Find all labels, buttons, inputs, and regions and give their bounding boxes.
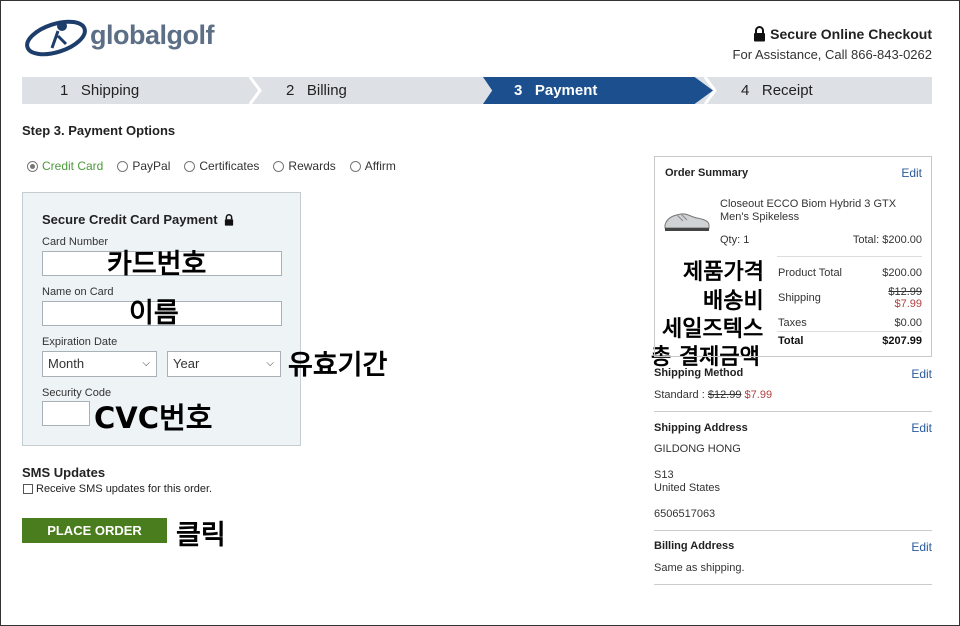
order-summary-edit-link[interactable]: Edit <box>901 166 922 180</box>
step-label: Receipt <box>761 82 813 99</box>
product-total-label: Product Total <box>778 267 843 279</box>
payment-options: Credit Card PayPal Certificates Rewards … <box>27 159 396 173</box>
taxes-value: $0.00 <box>894 317 922 329</box>
product-line-total: Total: $200.00 <box>852 234 922 246</box>
shipping-method-sale-price: $7.99 <box>744 389 773 401</box>
annotation-click: 클릭 <box>176 520 226 551</box>
payment-option-label: Certificates <box>199 159 260 173</box>
total-value: $207.99 <box>882 335 922 347</box>
step-receipt: 4 Receipt <box>741 77 813 104</box>
billing-address-text: Same as shipping. <box>654 562 745 574</box>
card-form-title: Secure Credit Card Payment <box>42 212 234 227</box>
step-label: Payment <box>534 82 598 99</box>
divider <box>654 530 932 531</box>
shipping-address-country: United States <box>654 482 721 494</box>
payment-option-credit-card[interactable]: Credit Card <box>27 159 103 173</box>
payment-option-label: PayPal <box>132 159 171 173</box>
total-label: Total <box>778 335 804 347</box>
divider <box>654 584 932 585</box>
step-shipping[interactable]: 1 Shipping <box>60 77 139 104</box>
radio-icon[interactable] <box>117 160 129 172</box>
chevron-down-icon: ⌵ <box>142 358 150 369</box>
radio-icon[interactable] <box>349 160 361 172</box>
payment-option-paypal[interactable]: PayPal <box>117 159 170 173</box>
billing-address-edit-link[interactable]: Edit <box>911 540 932 554</box>
payment-option-affirm[interactable]: Affirm <box>349 159 396 173</box>
shipping-method-name: Standard : <box>654 389 708 401</box>
annotation-expiration: 유효기간 <box>288 350 388 381</box>
shipping-address-title: Shipping Address <box>654 422 748 434</box>
annotation-cvc: CVC번호 <box>94 401 213 435</box>
chevron-down-icon: ⌵ <box>266 358 274 369</box>
divider <box>654 411 932 412</box>
page-title: Step 3. Payment Options <box>22 123 176 138</box>
shipping-method-edit-link[interactable]: Edit <box>911 367 932 381</box>
secure-checkout-label: Secure Online Checkout <box>753 26 932 42</box>
shipping-address-edit-link[interactable]: Edit <box>911 421 932 435</box>
security-code-input[interactable] <box>42 401 90 426</box>
product-total-value: $200.00 <box>882 267 922 279</box>
order-summary-panel: Order Summary Edit Closeout ECCO Biom Hy… <box>654 156 932 357</box>
step-number: 2 <box>286 82 295 99</box>
divider <box>777 256 922 257</box>
payment-option-label: Affirm <box>364 159 396 173</box>
shipping-original-price: $12.99 <box>888 286 922 298</box>
order-summary-title: Order Summary <box>665 167 749 179</box>
step-divider-icon <box>703 77 717 104</box>
payment-option-label: Rewards <box>288 159 336 173</box>
expiration-month-select[interactable]: Month ⌵ <box>42 351 157 377</box>
expiration-date-label: Expiration Date <box>42 336 118 348</box>
payment-option-certificates[interactable]: Certificates <box>184 159 259 173</box>
place-order-button[interactable]: PLACE ORDER <box>22 518 167 543</box>
shipping-address-line1: S13 <box>654 469 674 481</box>
step-number: 4 <box>741 82 750 99</box>
step-billing[interactable]: 2 Billing <box>286 77 347 104</box>
shipping-method-title: Shipping Method <box>654 367 744 379</box>
sms-updates-option[interactable]: Receive SMS updates for this order. <box>23 483 212 495</box>
card-number-label: Card Number <box>42 236 109 248</box>
billing-address-title: Billing Address <box>654 540 735 552</box>
lock-icon <box>224 213 233 226</box>
card-form-title-text: Secure Credit Card Payment <box>42 212 218 227</box>
globalgolf-logo[interactable]: globalgolf <box>22 14 252 62</box>
shipping-sale-price: $7.99 <box>894 298 922 310</box>
shipping-method-original-price: $12.99 <box>707 389 742 401</box>
step-payment: 3 Payment <box>514 77 597 104</box>
checkout-steps: 1 Shipping 2 Billing 3 Payment 4 Receipt <box>22 77 932 104</box>
step-number: 1 <box>60 82 69 99</box>
expiration-year-select[interactable]: Year ⌵ <box>167 351 281 377</box>
golfer-swoosh-icon <box>25 19 87 57</box>
year-select-value: Year <box>173 356 200 371</box>
annotation-name: 이름 <box>129 298 179 329</box>
secure-checkout-text: Secure Online Checkout <box>770 26 932 42</box>
logo-text: globalgolf <box>90 20 214 50</box>
product-qty: Qty: 1 <box>720 234 750 246</box>
sms-updates-title: SMS Updates <box>22 465 106 480</box>
sms-checkbox-label: Receive SMS updates for this order. <box>36 483 213 495</box>
shipping-method-value: Standard : $12.99 $7.99 <box>654 389 772 401</box>
step-divider-icon <box>248 77 262 104</box>
step-label: Billing <box>306 82 347 99</box>
annotation-card-number: 카드번호 <box>107 249 207 280</box>
product-shoe-image[interactable] <box>663 205 711 233</box>
shipping-label: Shipping <box>778 292 821 304</box>
product-name[interactable]: Closeout ECCO Biom Hybrid 3 GTX Men's Sp… <box>720 198 925 224</box>
step-number: 3 <box>514 82 523 99</box>
step-label: Shipping <box>80 82 140 99</box>
shipping-address-phone: 6506517063 <box>654 508 716 520</box>
radio-icon[interactable] <box>273 160 285 172</box>
assistance-phone: For Assistance, Call 866-843-0262 <box>732 47 932 62</box>
shipping-value: $12.99 $7.99 <box>888 286 922 310</box>
month-select-value: Month <box>48 356 85 371</box>
payment-option-label: Credit Card <box>42 159 104 173</box>
lock-icon <box>754 26 766 42</box>
radio-selected-icon[interactable] <box>27 160 38 172</box>
taxes-label: Taxes <box>778 317 807 329</box>
sms-checkbox[interactable] <box>23 484 33 494</box>
payment-option-rewards[interactable]: Rewards <box>273 159 336 173</box>
name-on-card-label: Name on Card <box>42 286 114 298</box>
shipping-address-name: GILDONG HONG <box>654 443 741 455</box>
divider <box>777 331 922 332</box>
radio-icon[interactable] <box>184 160 196 172</box>
